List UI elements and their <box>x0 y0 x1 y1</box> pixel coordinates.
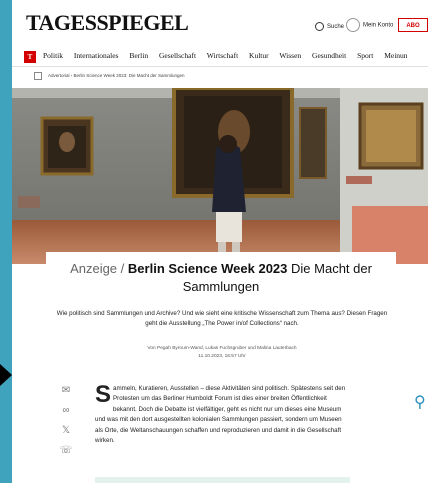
link-icon[interactable]: ∞ <box>58 405 74 423</box>
site-logo[interactable]: TAGESSPIEGEL <box>26 10 189 36</box>
nav-item-kultur[interactable]: Kultur <box>249 51 269 60</box>
nav-item-meinung[interactable]: Meinun <box>384 51 407 60</box>
nav-item-gesundheit[interactable]: Gesundheit <box>312 51 346 60</box>
kicker-label: Anzeige <box>70 261 118 276</box>
kicker-separator: / <box>120 261 125 276</box>
nav-item-sport[interactable]: Sport <box>357 51 373 60</box>
share-bar: ✉ ∞ 𝕏 ☏ <box>58 385 74 465</box>
nav-list: Politik Internationales Berlin Gesellsch… <box>43 51 417 60</box>
headline-bold: Berlin Science Week 2023 <box>127 261 288 276</box>
pointer-arrow <box>0 364 12 386</box>
article-headline: Anzeige / Berlin Science Week 2023 Die M… <box>46 260 396 296</box>
search-icon <box>315 22 324 31</box>
browser-page: TAGESSPIEGEL Suche Mein Konto ABO T Poli… <box>12 0 428 483</box>
dropcap: S <box>95 381 112 408</box>
breadcrumb: Advertorial › Berlin Science Week 2023: … <box>34 72 185 80</box>
nav-item-wissen[interactable]: Wissen <box>279 51 301 60</box>
body-text: ammeln, Kuratieren, Ausstellen – diese A… <box>95 385 346 445</box>
search-button[interactable]: Suche <box>315 22 344 31</box>
article-body: Sammeln, Kuratieren, Ausstellen – diese … <box>95 381 350 446</box>
nav-item-berlin[interactable]: Berlin <box>129 51 148 60</box>
x-icon[interactable]: 𝕏 <box>58 425 74 443</box>
breadcrumb-advertorial[interactable]: Advertorial <box>48 73 70 78</box>
byline-date: 11.10.2023, 16:57 Uhr <box>198 354 246 359</box>
hero-image <box>12 88 428 264</box>
byline-authors: Von Pegah Byroum-Wand, Lukas Fuchsgruber… <box>147 346 297 351</box>
account-button[interactable]: Mein Konto <box>346 18 393 32</box>
location-pin-icon: ⚲ <box>414 394 426 411</box>
info-box <box>95 477 350 483</box>
t-logo[interactable]: T <box>24 51 36 63</box>
home-icon[interactable] <box>34 72 42 80</box>
breadcrumb-current: Berlin Science Week 2023: Die Macht der … <box>73 73 185 79</box>
header: TAGESSPIEGEL Suche Mein Konto ABO <box>12 0 428 40</box>
search-label: Suche <box>327 24 345 31</box>
account-label: Mein Konto <box>363 22 394 29</box>
article-byline: Von Pegah Byroum-Wand, Lukas Fuchsgruber… <box>52 345 392 361</box>
mail-icon[interactable]: ✉ <box>58 385 74 403</box>
whatsapp-icon[interactable]: ☏ <box>58 445 74 463</box>
article-teaser: Wie politisch sind Sammlungen und Archiv… <box>56 310 388 327</box>
nav-item-wirtschaft[interactable]: Wirtschaft <box>207 51 238 60</box>
user-icon <box>346 18 360 32</box>
abo-button[interactable]: ABO <box>398 18 428 32</box>
main-nav: T Politik Internationales Berlin Gesells… <box>12 46 428 67</box>
nav-item-gesellschaft[interactable]: Gesellschaft <box>159 51 196 60</box>
nav-item-internationales[interactable]: Internationales <box>74 51 119 60</box>
headline-card: Anzeige / Berlin Science Week 2023 Die M… <box>46 252 396 302</box>
nav-item-politik[interactable]: Politik <box>43 51 63 60</box>
